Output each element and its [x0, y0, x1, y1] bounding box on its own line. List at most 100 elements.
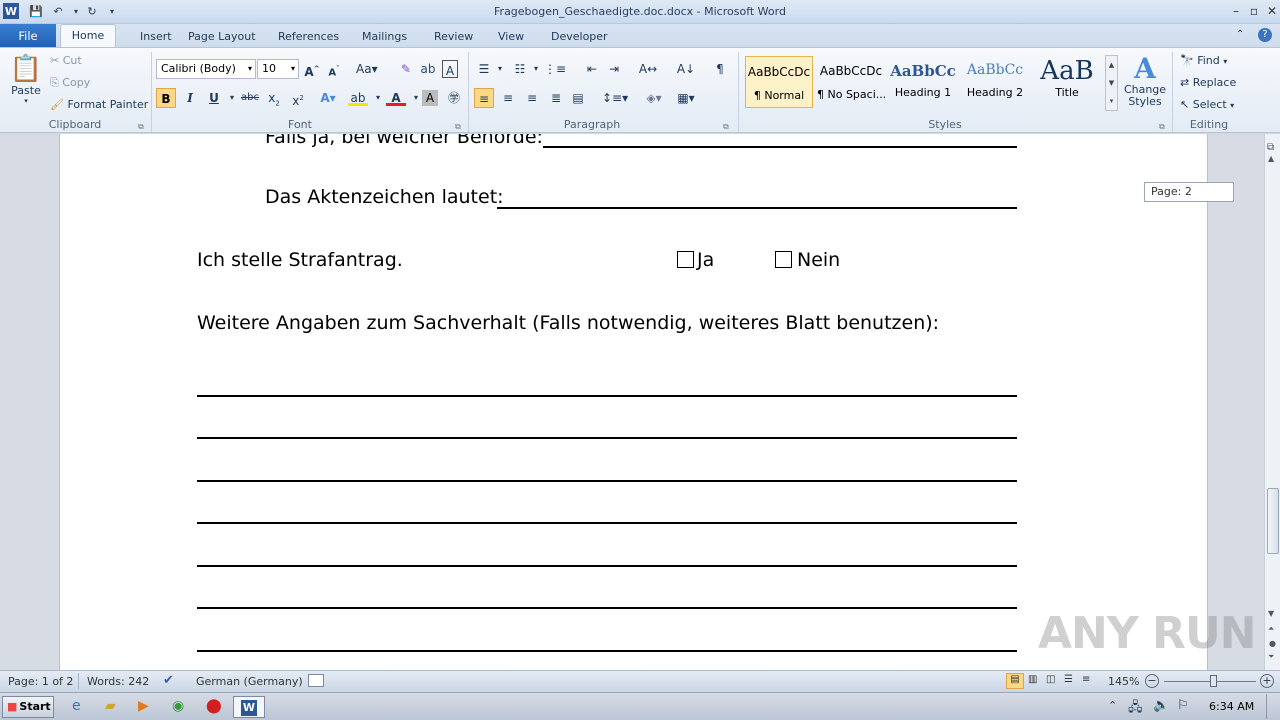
justify-icon[interactable]: ≣ [546, 88, 566, 108]
copy-button[interactable]: ⎘ Copy [50, 76, 90, 90]
tab-mailings[interactable]: Mailings [352, 26, 417, 48]
answer-line[interactable] [197, 607, 1017, 609]
zoom-in-icon[interactable]: + [1260, 674, 1274, 688]
answer-line[interactable] [197, 565, 1017, 567]
zoom-level[interactable]: 145% [1108, 675, 1139, 688]
paragraph-launcher-icon[interactable]: ⧉ [723, 122, 729, 132]
find-button[interactable]: 🔭 Find ▾ [1180, 54, 1227, 67]
increase-indent-icon[interactable]: ⇥ [604, 59, 624, 79]
scroll-up-icon[interactable]: ▲ [1268, 154, 1274, 163]
opera-icon[interactable]: ⬤ [206, 698, 222, 714]
chrome-icon[interactable]: ◉ [172, 698, 184, 714]
answer-line[interactable] [197, 480, 1017, 482]
close-icon[interactable]: ✕ [1262, 2, 1280, 20]
full-screen-reading-icon[interactable]: ▥ [1028, 674, 1037, 685]
numbering-dropdown-icon[interactable]: ▾ [526, 59, 546, 79]
shading-icon[interactable]: ◈▾ [644, 88, 664, 108]
cut-button[interactable]: ✂ Cut [50, 54, 82, 67]
proofing-icon[interactable]: ✔ [163, 673, 174, 688]
show-desktop-button[interactable] [1266, 694, 1279, 719]
highlight-icon[interactable]: ab [348, 88, 368, 106]
sort-icon[interactable]: A↓ [676, 59, 696, 79]
clear-formatting-icon[interactable]: ✎ [396, 59, 416, 79]
document-page[interactable]: Falls ja, bei welcher Behörde: Das Akten… [59, 134, 1208, 670]
phonetic-guide-icon[interactable]: ab [418, 59, 438, 79]
line-spacing-icon[interactable]: ↕≡▾ [602, 88, 628, 108]
style-heading-2[interactable]: AaBbCc Heading 2 [961, 56, 1029, 108]
distributed-icon[interactable]: ▤ [568, 88, 588, 108]
format-painter-button[interactable]: 🖌 Format Painter [50, 98, 148, 111]
start-button[interactable]: ■ Start [2, 696, 54, 718]
shrink-font-icon[interactable]: Aˇ [324, 59, 344, 79]
document-area[interactable]: Falls ja, bei welcher Behörde: Das Akten… [0, 134, 1264, 670]
font-color-icon[interactable]: A [386, 88, 406, 106]
word-taskbar-button[interactable]: W [233, 696, 265, 718]
answer-line[interactable] [197, 437, 1017, 439]
action-center-flag-icon[interactable]: ⚐ [1177, 698, 1189, 713]
web-layout-icon[interactable]: ◫ [1046, 674, 1055, 685]
font-launcher-icon[interactable]: ⧉ [455, 122, 461, 132]
italic-button[interactable]: I [180, 88, 200, 108]
zoom-slider-thumb[interactable] [1210, 675, 1217, 687]
scroll-down-icon[interactable]: ▼ [1268, 609, 1274, 618]
paste-button[interactable]: 📋 Paste ▾ [8, 54, 44, 110]
answer-line[interactable] [197, 650, 1017, 652]
tab-developer[interactable]: Developer [541, 26, 618, 48]
select-button[interactable]: ↖ Select ▾ [1180, 98, 1234, 111]
enclose-characters-icon[interactable]: ㊫ [444, 88, 464, 108]
network-icon[interactable]: 🖧 [1128, 698, 1143, 720]
clipboard-launcher-icon[interactable]: ⧉ [138, 122, 144, 132]
print-layout-icon[interactable]: ▤ [1006, 673, 1024, 689]
zoom-out-icon[interactable]: − [1145, 674, 1159, 688]
word-count[interactable]: Words: 242 [87, 675, 149, 688]
bold-button[interactable]: B [156, 88, 176, 108]
text-direction-icon[interactable]: A↔ [638, 59, 658, 79]
show-formatting-marks-icon[interactable]: ¶ [710, 59, 730, 79]
macro-record-icon[interactable] [308, 674, 324, 687]
clock[interactable]: 6:34 AM [1209, 700, 1254, 713]
align-center-icon[interactable]: ≡ [498, 88, 518, 108]
help-icon[interactable]: ? [1258, 28, 1272, 42]
outline-icon[interactable]: ☰ [1064, 674, 1073, 685]
media-player-icon[interactable]: ▶ [138, 698, 149, 714]
checkbox-nein[interactable] [775, 251, 792, 268]
volume-icon[interactable]: 🔈 [1153, 698, 1169, 713]
multilevel-list-icon[interactable]: ⋮≡ [544, 59, 566, 79]
style-title[interactable]: AaB Title [1033, 56, 1101, 108]
enclose-character-icon[interactable]: A [442, 60, 458, 78]
minimize-ribbon-icon[interactable]: ⌃ [1236, 29, 1244, 40]
change-styles-button[interactable]: A Change Styles [1122, 54, 1168, 114]
decrease-indent-icon[interactable]: ⇤ [582, 59, 602, 79]
answer-line[interactable] [197, 522, 1017, 524]
bullets-dropdown-icon[interactable]: ▾ [490, 59, 510, 79]
scroll-thumb[interactable] [1267, 488, 1279, 554]
styles-launcher-icon[interactable]: ⧉ [1159, 122, 1165, 132]
styles-scroll[interactable]: ▲ ▼ ▾ [1105, 55, 1118, 111]
style-heading-1[interactable]: AaBbCc Heading 1 [889, 56, 957, 108]
tab-review[interactable]: Review [424, 26, 483, 48]
answer-line[interactable] [197, 395, 1017, 397]
ruler-toggle-icon[interactable]: ⧉ [1267, 142, 1274, 153]
replace-button[interactable]: ⇄ Replace [1180, 76, 1236, 89]
font-name-combo[interactable]: Calibri (Body) ▾ [156, 59, 256, 79]
vertical-scrollbar[interactable]: ⧉ ▲ ▼ ⏶ ● ⏷ [1264, 134, 1280, 670]
draft-icon[interactable]: ≡ [1082, 674, 1090, 685]
previous-page-icon[interactable]: ⏶ [1268, 624, 1274, 634]
tab-references[interactable]: References [268, 26, 349, 48]
grow-font-icon[interactable]: A^ [302, 59, 322, 79]
strikethrough-button[interactable]: abc [240, 88, 260, 108]
underline-button[interactable]: U [204, 88, 224, 108]
maximize-icon[interactable]: ▫ [1244, 2, 1264, 20]
underline-field[interactable] [543, 146, 1017, 148]
subscript-button[interactable]: x2 [264, 88, 284, 108]
explorer-icon[interactable]: ▰ [105, 698, 116, 714]
highlight-dropdown-icon[interactable]: ▾ [368, 88, 388, 108]
ie-icon[interactable]: e [72, 698, 81, 714]
text-effects-icon[interactable]: A▾ [318, 88, 338, 108]
tab-home[interactable]: Home [60, 24, 116, 48]
page-count[interactable]: Page: 1 of 2 [8, 675, 73, 688]
style-normal[interactable]: AaBbCcDc ¶ Normal [745, 56, 813, 108]
tab-view[interactable]: View [488, 26, 534, 48]
tab-file[interactable]: File [0, 24, 56, 48]
borders-icon[interactable]: ▦▾ [676, 88, 696, 108]
